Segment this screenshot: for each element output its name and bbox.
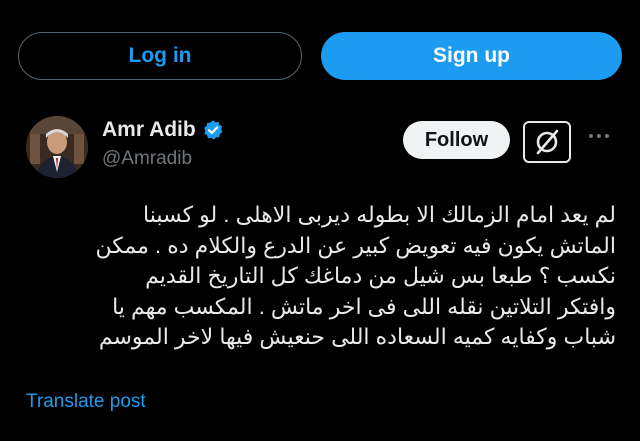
grok-icon (536, 129, 559, 155)
author-name-row: Amr Adib (102, 118, 224, 142)
log-in-button[interactable]: Log in (18, 32, 302, 80)
post-text: لم يعد امام الزمالك الا بطوله ديربى الاه… (95, 202, 616, 349)
sign-up-button[interactable]: Sign up (321, 32, 622, 80)
translate-post-link[interactable]: Translate post (26, 391, 146, 413)
author-handle[interactable]: @Amradib (102, 148, 192, 170)
avatar[interactable] (26, 116, 88, 178)
verified-badge-icon (203, 120, 223, 140)
follow-button[interactable]: Follow (403, 121, 510, 159)
avatar-image (26, 116, 88, 178)
more-icon[interactable] (585, 129, 613, 143)
grok-button[interactable] (523, 121, 571, 163)
author-display-name[interactable]: Amr Adib (102, 118, 196, 142)
